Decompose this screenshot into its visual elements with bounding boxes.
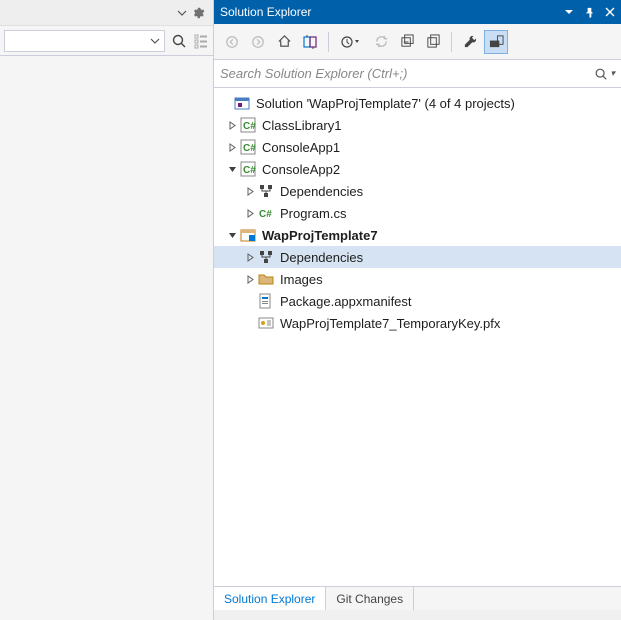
expander-collapsed-icon[interactable] <box>226 121 238 130</box>
expander-collapsed-icon[interactable] <box>244 187 256 196</box>
folder-icon <box>258 271 274 287</box>
file-label: Program.cs <box>278 206 346 221</box>
expander-collapsed-icon[interactable] <box>244 275 256 284</box>
sync-button[interactable] <box>369 30 393 54</box>
pending-changes-filter-button[interactable] <box>335 30 367 54</box>
project-node-wapprojtemplate7[interactable]: WapProjTemplate7 <box>214 224 621 246</box>
dependencies-label: Dependencies <box>278 250 363 265</box>
forward-button[interactable] <box>246 30 270 54</box>
csharp-project-icon: C# <box>240 161 256 177</box>
expander-expanded-icon[interactable] <box>226 165 238 174</box>
back-button[interactable] <box>220 30 244 54</box>
tab-label: Solution Explorer <box>224 592 315 606</box>
manifest-icon <box>258 293 274 309</box>
status-strip <box>214 610 621 620</box>
properties-button[interactable] <box>458 30 482 54</box>
file-node-appxmanifest[interactable]: ▶ Package.appxmanifest <box>214 290 621 312</box>
toolbar-separator <box>328 32 329 52</box>
collapse-all-button[interactable] <box>395 30 419 54</box>
wap-project-icon <box>240 227 256 243</box>
left-toolbar <box>0 26 213 56</box>
svg-text:C#: C# <box>243 121 256 132</box>
chevron-down-icon: ▾ <box>610 68 615 79</box>
svg-text:C#: C# <box>243 143 256 154</box>
expander-collapsed-icon[interactable] <box>226 143 238 152</box>
preview-selected-button[interactable] <box>484 30 508 54</box>
dropdown-icon[interactable] <box>177 8 187 18</box>
dependencies-icon <box>258 249 274 265</box>
close-icon[interactable] <box>605 7 615 17</box>
tab-git-changes[interactable]: Git Changes <box>326 587 414 610</box>
expander-collapsed-icon[interactable] <box>244 209 256 218</box>
project-label: ConsoleApp2 <box>260 162 340 177</box>
home-button[interactable] <box>272 30 296 54</box>
solution-explorer-toolbar <box>214 24 621 60</box>
solution-node[interactable]: ▶ Solution 'WapProjTemplate7' (4 of 4 pr… <box>214 92 621 114</box>
project-node-consoleapp2[interactable]: C# ConsoleApp2 <box>214 158 621 180</box>
root: Solution Explorer <box>0 0 621 620</box>
svg-text:C#: C# <box>259 209 272 220</box>
project-node-classlibrary1[interactable]: C# ClassLibrary1 <box>214 114 621 136</box>
certificate-icon <box>258 315 274 331</box>
search-box[interactable]: Search Solution Explorer (Ctrl+;) ▾ <box>214 60 621 88</box>
left-header-tools <box>0 0 213 26</box>
tab-label: Git Changes <box>336 592 403 606</box>
panel-title: Solution Explorer <box>220 5 564 19</box>
tab-solution-explorer[interactable]: Solution Explorer <box>214 587 326 610</box>
project-label: ConsoleApp1 <box>260 140 340 155</box>
solution-icon <box>234 95 250 111</box>
list-outline-icon[interactable] <box>193 33 209 49</box>
project-label: ClassLibrary1 <box>260 118 341 133</box>
solution-explorer-panel: Solution Explorer <box>214 0 621 620</box>
left-tools-right <box>165 33 209 49</box>
expander-expanded-icon[interactable] <box>226 231 238 240</box>
left-combo[interactable] <box>4 30 165 52</box>
chevron-down-icon <box>146 36 164 46</box>
show-all-files-button[interactable] <box>421 30 445 54</box>
window-menu-icon[interactable] <box>564 7 574 17</box>
project-node-consoleapp1[interactable]: C# ConsoleApp1 <box>214 136 621 158</box>
file-node-pfx[interactable]: ▶ WapProjTemplate7_TemporaryKey.pfx <box>214 312 621 334</box>
file-node-program-cs[interactable]: C# Program.cs <box>214 202 621 224</box>
dependencies-label: Dependencies <box>278 184 363 199</box>
svg-text:C#: C# <box>243 165 256 176</box>
solution-tree[interactable]: ▶ Solution 'WapProjTemplate7' (4 of 4 pr… <box>214 88 621 586</box>
solution-label: Solution 'WapProjTemplate7' (4 of 4 proj… <box>254 96 515 111</box>
csharp-file-icon: C# <box>258 205 274 221</box>
dependencies-icon <box>258 183 274 199</box>
left-pane <box>0 0 214 620</box>
file-label: Package.appxmanifest <box>278 294 412 309</box>
file-label: WapProjTemplate7_TemporaryKey.pfx <box>278 316 500 331</box>
dependencies-node-selected[interactable]: Dependencies <box>214 246 621 268</box>
panel-sysbuttons <box>564 7 615 18</box>
csharp-project-icon: C# <box>240 139 256 155</box>
folder-node-images[interactable]: Images <box>214 268 621 290</box>
expander-collapsed-icon[interactable] <box>244 253 256 262</box>
pin-icon[interactable] <box>584 7 595 18</box>
project-label: WapProjTemplate7 <box>260 228 378 243</box>
gear-icon[interactable] <box>191 6 205 20</box>
panel-titlebar[interactable]: Solution Explorer <box>214 0 621 24</box>
dependencies-node[interactable]: Dependencies <box>214 180 621 202</box>
bottom-tabstrip: Solution Explorer Git Changes <box>214 586 621 610</box>
search-placeholder: Search Solution Explorer (Ctrl+;) <box>220 66 594 81</box>
search-icon[interactable] <box>171 33 187 49</box>
csharp-project-icon: C# <box>240 117 256 133</box>
toolbar-separator-2 <box>451 32 452 52</box>
switch-views-button[interactable] <box>298 30 322 54</box>
search-trigger[interactable]: ▾ <box>594 67 615 81</box>
folder-label: Images <box>278 272 323 287</box>
